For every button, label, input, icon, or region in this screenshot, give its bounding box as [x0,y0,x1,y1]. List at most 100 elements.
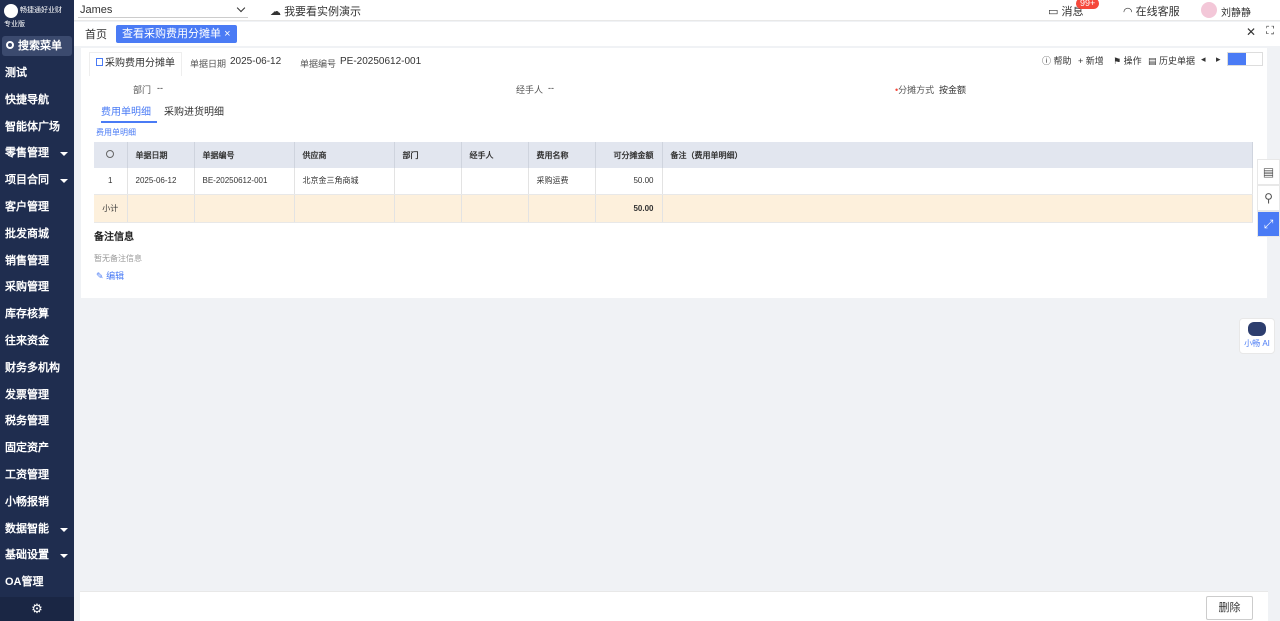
cell-number[interactable]: BE-20250612-001 [194,168,295,195]
link-icon[interactable]: ⚲ [1257,185,1280,211]
edition-label: 专业版 [4,21,25,28]
sidebar-item[interactable]: 财务多机构 [0,355,74,382]
operate-icon: ⚑ [1113,56,1122,66]
help-icon: ⓘ [1042,56,1052,66]
settings-gear-icon[interactable]: ⚙ [0,597,74,621]
sidebar-item-label: 财务多机构 [5,361,60,374]
sidebar-item[interactable]: 税务管理 [0,408,74,435]
account-select[interactable]: James [78,2,248,18]
tab-home[interactable]: 首页 [85,26,107,42]
sidebar-item-label: OA管理 [5,576,44,589]
account-name: James [80,4,113,16]
subtotal-empty [662,194,1253,223]
sidebar-item-label: 快捷导航 [5,93,49,106]
plus-icon: + [1078,56,1084,66]
sidebar-item[interactable]: 客户管理 [0,194,74,221]
notes-icon[interactable]: ▤ [1257,159,1280,185]
sidebar-item-label: 零售管理 [5,147,49,160]
sidebar-item[interactable]: 批发商城 [0,221,74,248]
column-settings[interactable] [94,142,128,168]
sidebar: 畅捷通好业财 专业版 搜索菜单 测试 快捷导航 智能体广场 零售管理 项目合同 客户管理批… [0,0,74,621]
remarks-title: 备注信息 [94,232,134,243]
column-header: 备注（费用单明细） [662,142,1253,168]
close-icon[interactable]: ✕ [1246,25,1256,39]
sidebar-item-label: 批发商城 [5,227,49,240]
remarks-edit-button[interactable]: ✎ 编辑 [96,269,124,282]
sidebar-item[interactable]: 项目合同 [0,167,74,194]
tab-purchase-detail[interactable]: 采购进货明细 [164,103,224,118]
help-label: 帮助 [1053,56,1072,66]
cell-amount: 50.00 [595,168,663,195]
method-label: •分摊方式 [895,83,934,96]
document-header: 采购费用分摊单 单据日期 2025-06-12 单据编号 PE-20250612… [81,48,1267,76]
user-name[interactable]: 刘静静 [1221,4,1251,19]
sidebar-item[interactable]: 工资管理 [0,462,74,489]
document-title: 采购费用分摊单 [105,58,175,69]
prev-icon[interactable]: ◂ [1201,54,1206,65]
ai-assistant-button[interactable]: 小畅 AI [1239,318,1275,354]
sidebar-item-label: 客户管理 [5,200,49,213]
operate-button[interactable]: ⚑ 操作 [1113,54,1142,67]
dept-label: 部门 [133,85,152,95]
sidebar-item-label: 项目合同 [5,174,49,187]
support-button[interactable]: ◠ 在线客服 [1123,3,1180,19]
cell-handler [461,168,529,195]
sidebar-item[interactable]: OA管理 [0,569,74,596]
list-view-icon[interactable] [1228,53,1246,65]
sidebar-item[interactable]: 采购管理 [0,274,74,301]
sidebar-item[interactable]: 销售管理 [0,248,74,275]
operate-label: 操作 [1123,56,1142,66]
cell-date: 2025-06-12 [127,168,195,195]
row-index: 1 [94,168,128,195]
edit-icon: ✎ [96,271,104,281]
help-button[interactable]: ⓘ 帮助 [1042,54,1072,67]
demo-link[interactable]: ☁ 我要看实例演示 [270,3,361,19]
message-icon: ▭ [1048,6,1059,18]
avatar[interactable] [1201,2,1217,18]
fullscreen-icon[interactable]: ⛶ [1266,25,1274,38]
next-icon[interactable]: ▸ [1216,54,1221,65]
sidebar-item-label: 固定资产 [5,442,49,455]
new-button[interactable]: + 新增 [1078,54,1104,67]
sidebar-item[interactable]: 固定资产 [0,435,74,462]
document-title-tab: 采购费用分摊单 [89,52,182,76]
sidebar-item[interactable]: 零售管理 [0,140,74,167]
sidebar-item-label: 工资管理 [5,468,49,481]
column-header: 经手人 [461,142,529,168]
sidebar-item[interactable]: 智能体广场 [0,114,74,141]
sidebar-item[interactable]: 测试 [0,60,74,87]
search-menu-button[interactable]: 搜索菜单 [2,36,72,56]
table-row[interactable]: 1 2025-06-12 BE-20250612-001 北京金三角商城 采购运… [94,168,1253,195]
sidebar-item-label: 发票管理 [5,388,49,401]
sidebar-item[interactable]: 数据智能 [0,516,74,543]
view-toggle[interactable] [1227,52,1263,66]
subtotal-empty [127,194,195,223]
sidebar-item[interactable]: 小畅报销 [0,489,74,516]
document-icon [96,58,103,66]
logo-icon [4,4,18,18]
tab-close-icon[interactable]: × [224,28,230,40]
subtotal-empty [528,194,596,223]
sidebar-item[interactable]: 发票管理 [0,382,74,409]
tab-purchase-expense-view[interactable]: 查看采购费用分摊单 × [116,25,237,43]
delete-button[interactable]: 删除 [1206,596,1253,620]
column-settings-icon [106,150,115,158]
cloud-icon: ☁ [270,6,281,18]
handler-value: -- [548,83,554,93]
sidebar-item[interactable]: 往来资金 [0,328,74,355]
sidebar-item-label: 采购管理 [5,281,49,294]
subtotal-label: 小计 [94,194,128,223]
sidebar-item[interactable]: 库存核算 [0,301,74,328]
cell-expense-name: 采购运费 [528,168,596,195]
subtotal-empty [394,194,462,223]
support-label: 在线客服 [1135,6,1180,18]
remarks-empty-text: 暂无备注信息 [94,254,142,263]
method-label-text: 分摊方式 [898,85,935,95]
footer-bar: 删除 [80,591,1268,621]
tab-expense-detail[interactable]: 费用单明细 [101,103,157,123]
section-anchor[interactable]: 费用单明细 [96,127,136,138]
expand-icon[interactable]: ⤢ [1257,211,1280,237]
sidebar-item[interactable]: 基础设置 [0,542,74,569]
sidebar-item[interactable]: 快捷导航 [0,87,74,114]
history-button[interactable]: ▤ 历史单据 [1148,54,1195,67]
